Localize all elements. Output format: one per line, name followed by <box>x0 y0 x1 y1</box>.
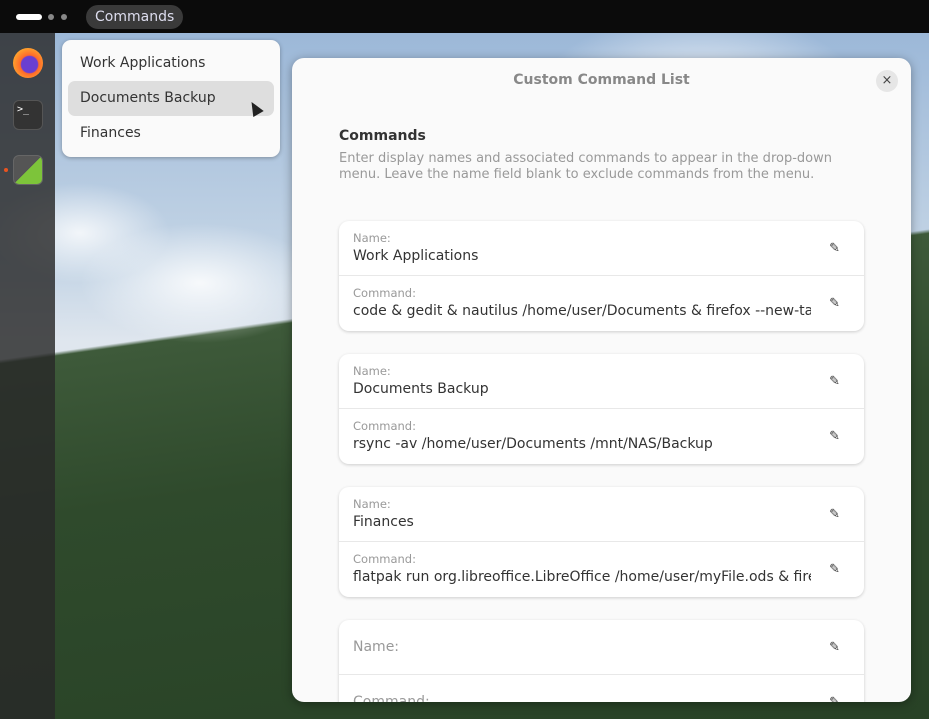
command-field[interactable]: Command: ✎ <box>339 675 864 702</box>
command-entry-card: Name: Documents Backup ✎ Command: rsync -av… <box>339 354 864 464</box>
edit-icon[interactable]: ✎ <box>829 429 840 444</box>
name-value[interactable]: Documents Backup <box>353 381 811 397</box>
name-field[interactable]: Name: Work Applications ✎ <box>339 221 864 276</box>
workspace-indicator[interactable] <box>61 14 67 20</box>
firefox-icon[interactable] <box>13 48 43 78</box>
name-field[interactable]: Name: Finances ✎ <box>339 487 864 542</box>
menu-item-finances[interactable]: Finances <box>68 116 274 151</box>
command-field[interactable]: Command: rsync -av /home/user/Documents /… <box>339 409 864 464</box>
edit-icon[interactable]: ✎ <box>829 296 840 311</box>
name-value[interactable]: Work Applications <box>353 248 811 264</box>
close-button[interactable]: × <box>876 70 898 92</box>
command-label: Command: <box>353 552 416 566</box>
edit-icon[interactable]: ✎ <box>829 562 840 577</box>
running-indicator <box>4 168 8 172</box>
edit-icon[interactable]: ✎ <box>829 640 840 655</box>
edit-icon[interactable]: ✎ <box>829 507 840 522</box>
extensions-icon[interactable] <box>13 155 43 185</box>
command-field[interactable]: Command: flatpak run org.libreoffice.Libr… <box>339 542 864 597</box>
top-bar: Commands <box>0 0 929 33</box>
command-placeholder: Command: <box>353 694 430 702</box>
custom-command-list-dialog: Custom Command List × Commands Enter dis… <box>292 58 911 702</box>
command-field[interactable]: Command: code & gedit & nautilus /home/us… <box>339 276 864 331</box>
menu-item-work-applications[interactable]: Work Applications <box>68 46 274 81</box>
name-field[interactable]: Name: ✎ <box>339 620 864 675</box>
section-description: Enter display names and associated comma… <box>339 151 832 182</box>
dock: >_ <box>0 33 55 719</box>
name-label: Name: <box>353 497 391 511</box>
menu-item-documents-backup[interactable]: Documents Backup <box>68 81 274 116</box>
name-value[interactable]: Finances <box>353 514 811 530</box>
dialog-title: Custom Command List <box>513 72 690 88</box>
empty-command-entry-card: Name: ✎ Command: ✎ <box>339 620 864 702</box>
commands-dropdown-menu: Work Applications Documents Backup Finan… <box>62 40 280 157</box>
section-heading: Commands <box>339 128 426 144</box>
command-entry-card: Name: Work Applications ✎ Command: code & g… <box>339 221 864 331</box>
command-value[interactable]: code & gedit & nautilus /home/user/Docum… <box>353 303 811 319</box>
command-entry-card: Name: Finances ✎ Command: flatpak run org.l… <box>339 487 864 597</box>
command-label: Command: <box>353 419 416 433</box>
workspace-indicator-active[interactable] <box>16 14 42 20</box>
workspace-indicator[interactable] <box>48 14 54 20</box>
name-label: Name: <box>353 231 391 245</box>
edit-icon[interactable]: ✎ <box>829 695 840 702</box>
name-placeholder: Name: <box>353 639 400 655</box>
commands-indicator-button[interactable]: Commands <box>86 5 184 29</box>
command-label: Command: <box>353 286 416 300</box>
terminal-icon[interactable]: >_ <box>13 100 43 130</box>
command-value[interactable]: flatpak run org.libreoffice.LibreOffice … <box>353 569 811 585</box>
edit-icon[interactable]: ✎ <box>829 241 840 256</box>
edit-icon[interactable]: ✎ <box>829 374 840 389</box>
name-label: Name: <box>353 364 391 378</box>
command-value[interactable]: rsync -av /home/user/Documents /mnt/NAS/… <box>353 436 811 452</box>
name-field[interactable]: Name: Documents Backup ✎ <box>339 354 864 409</box>
